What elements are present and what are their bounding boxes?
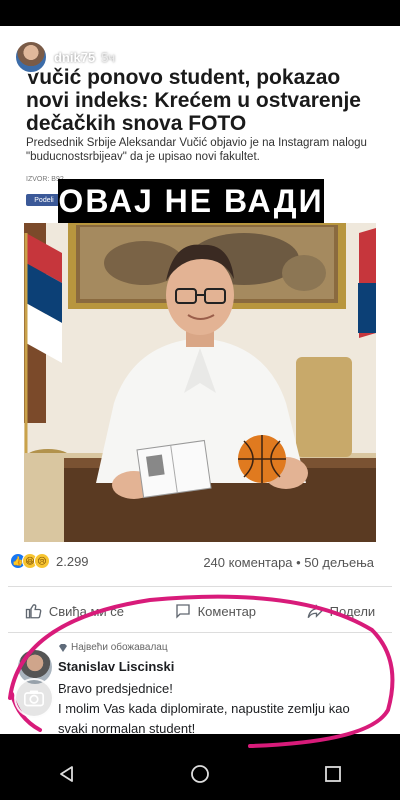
like-label: Свиђа ми се bbox=[48, 603, 124, 619]
thumbs-up-icon bbox=[25, 604, 42, 619]
top-fan-label: Највећи обожавалац bbox=[71, 642, 168, 653]
recents-button[interactable] bbox=[313, 754, 353, 794]
story-avatar[interactable] bbox=[14, 40, 48, 74]
overlay-caption: ОВАЈ НЕ ВАДИ bbox=[58, 179, 324, 223]
diamond-icon bbox=[59, 643, 67, 652]
paper-plane-icon bbox=[347, 687, 369, 709]
story-screen: Vučić ponovo student, pokazao novi indek… bbox=[0, 0, 400, 800]
article-photo bbox=[24, 223, 376, 542]
stats-divider bbox=[8, 586, 392, 587]
message-input[interactable] bbox=[62, 678, 332, 718]
actions-divider bbox=[8, 632, 392, 633]
commenter-name[interactable]: Stanislav Liscinski bbox=[58, 659, 174, 674]
android-nav-bar bbox=[0, 748, 400, 800]
photo-illustration bbox=[24, 223, 376, 542]
share-label: Подели bbox=[329, 603, 376, 619]
facebook-share-pill: Podeli bbox=[26, 194, 62, 206]
article-lead: Predsednik Srbije Aleksandar Vučić objav… bbox=[26, 137, 367, 163]
story-progress-fill bbox=[6, 30, 394, 32]
article-headline: Vučić ponovo student, pokazao novi indek… bbox=[26, 66, 361, 135]
camera-button[interactable] bbox=[14, 678, 54, 718]
like-button[interactable]: Свиђа ми се bbox=[25, 602, 124, 620]
share-button[interactable]: Подели bbox=[306, 602, 376, 620]
top-fan-badge: Највећи обожавалац bbox=[58, 642, 168, 653]
sad-reaction-icon: 😢 bbox=[34, 553, 50, 569]
story-progress-bar bbox=[6, 30, 394, 32]
comment-button[interactable]: Коментар bbox=[174, 602, 256, 620]
article-screenshot: Vučić ponovo student, pokazao novi indek… bbox=[0, 26, 400, 734]
reactions-count: 2.299 bbox=[56, 553, 89, 569]
home-circle-icon bbox=[191, 765, 209, 783]
reactions-summary[interactable]: 👍 😆 😢 2.299 bbox=[10, 553, 89, 569]
story-timestamp: 5ч bbox=[101, 49, 116, 65]
share-arrow-icon bbox=[307, 604, 323, 619]
story-username[interactable]: dnik75 bbox=[54, 50, 95, 65]
home-button[interactable] bbox=[180, 754, 220, 794]
story-header[interactable]: dnik75 5ч bbox=[14, 40, 115, 74]
comment-icon bbox=[175, 604, 190, 619]
post-actions: Свиђа ми се Коментар Подели bbox=[0, 598, 400, 624]
camera-icon bbox=[24, 690, 44, 707]
comments-shares-count[interactable]: 240 коментара • 50 дељења bbox=[203, 555, 374, 570]
back-button[interactable] bbox=[47, 754, 87, 794]
comment-label: Коментар bbox=[197, 603, 257, 619]
send-button[interactable] bbox=[344, 684, 372, 712]
recents-square-icon bbox=[325, 766, 342, 782]
back-triangle-icon bbox=[59, 766, 73, 782]
reply-bar bbox=[0, 676, 400, 720]
